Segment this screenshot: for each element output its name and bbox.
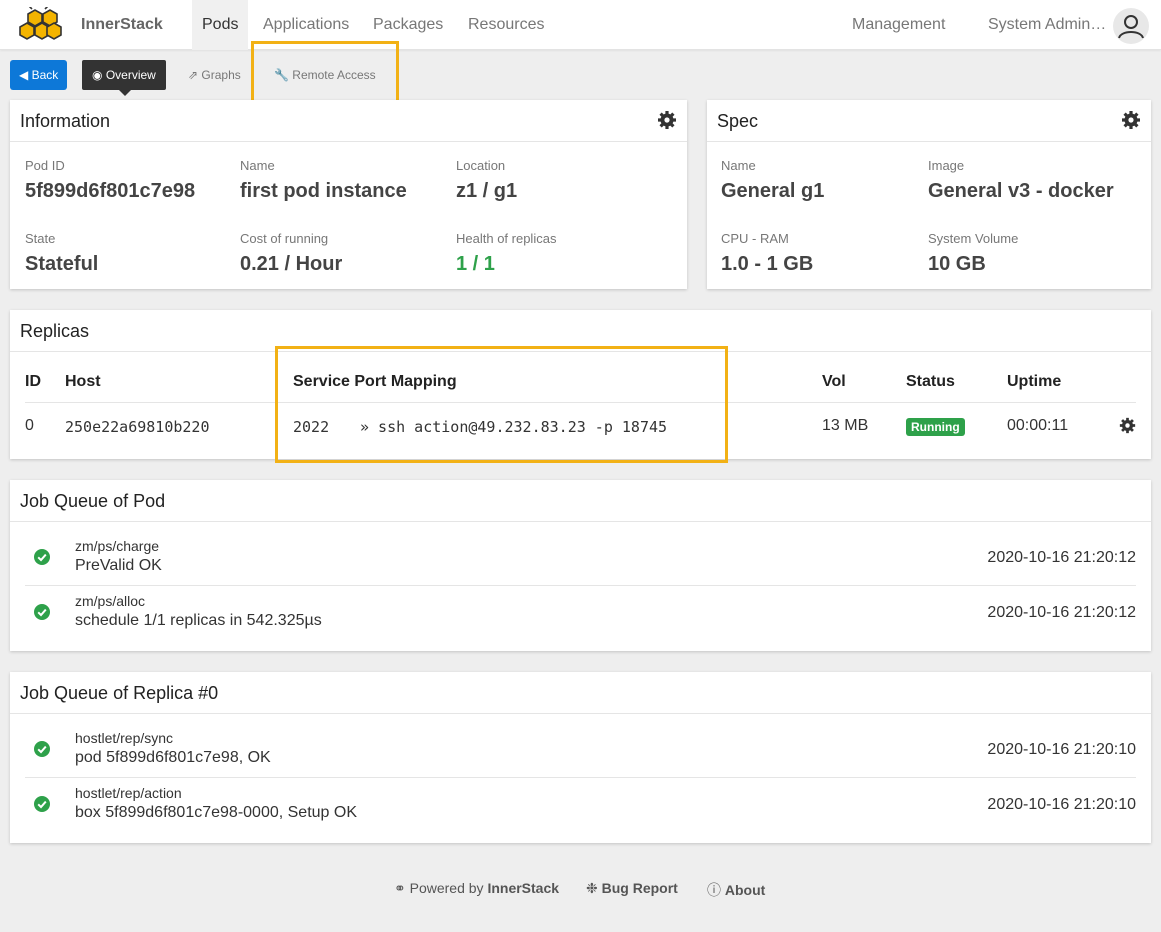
nav-management[interactable]: Management [842, 0, 955, 50]
job-name: hostlet/rep/action [75, 785, 182, 801]
image-value: General v3 - docker [928, 180, 1114, 202]
spec-name-label: Name [721, 158, 756, 173]
name-value: first pod instance [240, 180, 407, 202]
col-host: Host [65, 373, 101, 390]
cpu-ram-label: CPU - RAM [721, 231, 789, 246]
tab-graphs[interactable]: ⇗ Graphs [188, 60, 241, 90]
job-name: zm/ps/alloc [75, 593, 146, 609]
job-time: 2020-10-16 21:20:12 [987, 604, 1136, 621]
check-circle-icon [34, 549, 50, 565]
dashboard-icon: ◉ [92, 68, 103, 82]
state-label: State [25, 231, 56, 246]
col-vol: Vol [822, 373, 846, 390]
brand-name[interactable]: InnerStack [81, 16, 163, 34]
replica-vol: 13 MB [822, 417, 869, 434]
chart-icon: ⇗ [188, 68, 199, 82]
check-circle-icon [34, 604, 50, 620]
job-name: zm/ps/charge [75, 538, 160, 554]
health-value: 1 / 1 [456, 253, 495, 275]
pod-id-value: 5f899d6f801c7e98 [25, 180, 196, 202]
panel-title: Job Queue of Replica #0 [20, 683, 219, 703]
job-message: pod 5f899d6f801c7e98, OK [75, 749, 271, 766]
panel-title: Job Queue of Pod [20, 491, 166, 511]
list-item: zm/ps/alloc schedule 1/1 replicas in 542… [25, 586, 1136, 641]
location-label: Location [456, 158, 506, 173]
back-button[interactable]: ◀ Back [10, 60, 68, 90]
info-icon: ⓘ [707, 882, 721, 898]
job-name: hostlet/rep/sync [75, 730, 174, 746]
state-value: Stateful [25, 253, 99, 275]
col-uptime: Uptime [1007, 373, 1062, 390]
image-label: Image [928, 158, 965, 173]
gear-icon[interactable] [1121, 110, 1141, 130]
list-item: hostlet/rep/action box 5f899d6f801c7e98-… [25, 778, 1136, 833]
panel-title: Replicas [20, 321, 90, 341]
top-navbar: InnerStack Pods Applications Packages Re… [0, 0, 1161, 50]
gear-icon[interactable] [657, 110, 677, 130]
replica-host: 250e22a69810b220 [65, 418, 210, 436]
job-time: 2020-10-16 21:20:12 [987, 549, 1136, 566]
cpu-ram-value: 1.0 - 1 GB [721, 253, 814, 275]
job-message: schedule 1/1 replicas in 542.325µs [75, 612, 322, 629]
pod-id-label: Pod ID [25, 158, 65, 173]
system-volume-label: System Volume [928, 231, 1019, 246]
location-value: z1 / g1 [456, 180, 518, 202]
cost-label: Cost of running [240, 231, 329, 246]
panel-header: Spec [707, 100, 1151, 142]
status-badge: Running [906, 418, 965, 436]
nav-resources[interactable]: Resources [458, 0, 554, 50]
footer-powered-by[interactable]: ⚭ Powered by InnerStack [394, 880, 559, 897]
list-item: zm/ps/charge PreValid OK 2020-10-16 21:2… [25, 531, 1136, 586]
replica-uptime: 00:00:11 [1007, 417, 1069, 434]
replica-gear-icon[interactable] [1119, 417, 1136, 434]
job-message: box 5f899d6f801c7e98-0000, Setup OK [75, 804, 357, 821]
footer-about-link[interactable]: ⓘ About [707, 880, 765, 900]
cost-value: 0.21 / Hour [240, 253, 343, 275]
bug-icon: ❉ [586, 880, 598, 896]
nav-pods[interactable]: Pods [192, 0, 249, 50]
replica-id: 0 [25, 417, 34, 434]
panel-title: Information [20, 111, 111, 131]
job-message: PreValid OK [75, 557, 162, 574]
tab-overview[interactable]: ◉ Overview [82, 60, 166, 96]
highlight-port-mapping [275, 346, 728, 463]
job-time: 2020-10-16 21:20:10 [987, 796, 1136, 813]
check-circle-icon [34, 741, 50, 757]
job-time: 2020-10-16 21:20:10 [987, 741, 1136, 758]
nav-user-menu[interactable]: System Admin… [978, 0, 1116, 50]
panel-title: Spec [717, 111, 759, 131]
name-label: Name [240, 158, 275, 173]
col-status: Status [906, 373, 955, 390]
panel-header: Information [10, 100, 687, 142]
health-label: Health of replicas [456, 231, 557, 246]
honeycomb-logo-icon[interactable] [12, 7, 64, 45]
footer-bug-report-link[interactable]: ❉ Bug Report [586, 880, 678, 897]
spec-name-value: General g1 [721, 180, 825, 202]
col-id: ID [25, 373, 41, 390]
user-avatar-icon[interactable] [1113, 8, 1149, 44]
check-circle-icon [34, 796, 50, 812]
information-panel: Information Pod ID 5f899d6f801c7e98 Name… [10, 100, 687, 289]
system-volume-value: 10 GB [928, 253, 986, 275]
award-icon: ⚭ [394, 880, 406, 896]
spec-panel: Spec Name General g1 Image General v3 - … [707, 100, 1151, 289]
back-arrow-icon: ◀ [19, 68, 29, 82]
panel-header: Job Queue of Pod [10, 480, 1151, 522]
active-caret [119, 90, 131, 96]
panel-header: Job Queue of Replica #0 [10, 672, 1151, 714]
list-item: hostlet/rep/sync pod 5f899d6f801c7e98, O… [25, 723, 1136, 778]
